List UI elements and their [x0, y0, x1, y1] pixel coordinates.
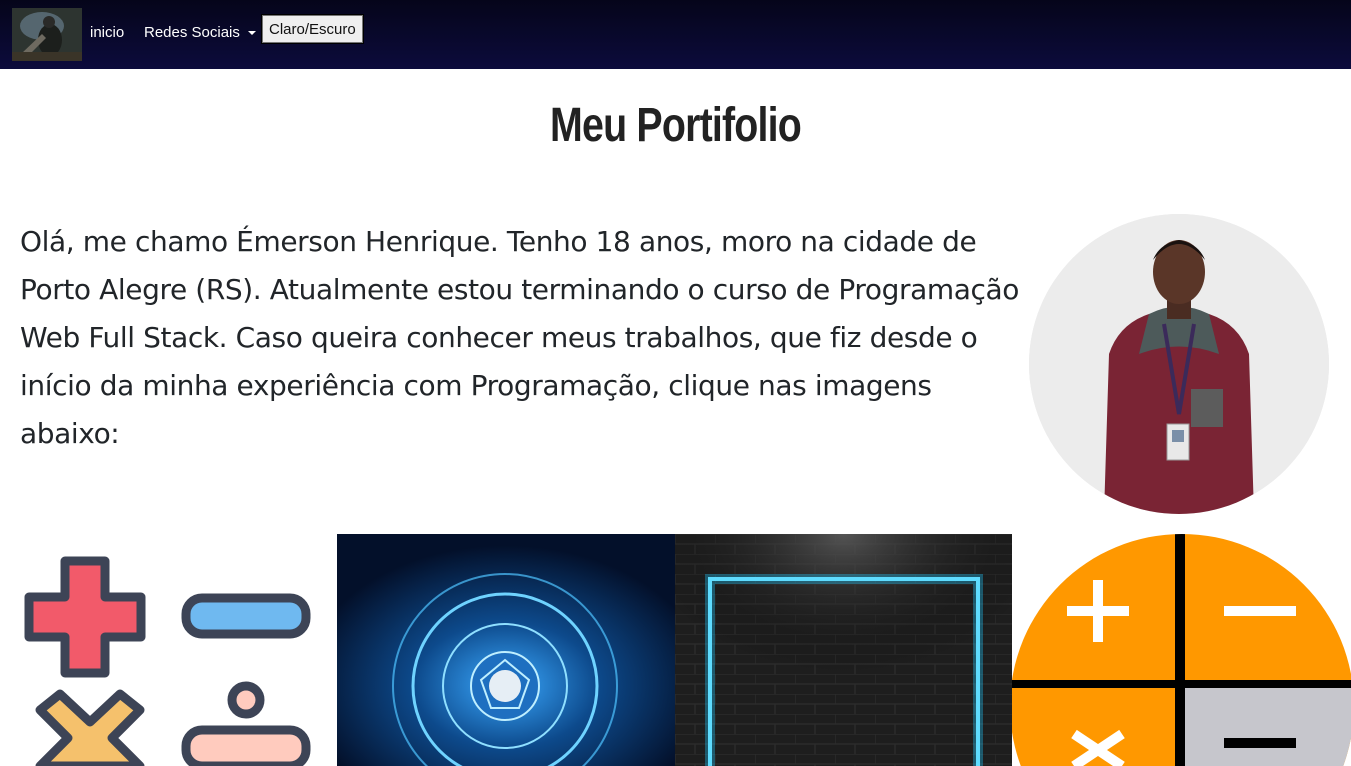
nav-home-link[interactable]: inicio — [90, 24, 124, 41]
neon-frame-project[interactable] — [675, 534, 1012, 766]
nav-social-dropdown[interactable]: Redes Sociais — [144, 24, 256, 41]
nav-social-label: Redes Sociais — [144, 24, 240, 41]
profile-photo — [1029, 214, 1329, 514]
navbar: inicio Redes Sociais Claro/Escuro — [0, 0, 1351, 69]
intro-paragraph: Olá, me chamo Émerson Henrique. Tenho 18… — [20, 225, 1019, 450]
math-operations-project[interactable] — [0, 534, 337, 766]
profile-logo-icon[interactable] — [12, 8, 82, 61]
page-title: Meu Portifolio — [550, 99, 802, 152]
project-gallery — [0, 534, 1351, 766]
calculator-project[interactable] — [1012, 534, 1351, 766]
chevron-down-icon — [247, 31, 256, 36]
theme-toggle-button[interactable]: Claro/Escuro — [261, 14, 364, 44]
zodiac-project[interactable] — [337, 534, 675, 766]
